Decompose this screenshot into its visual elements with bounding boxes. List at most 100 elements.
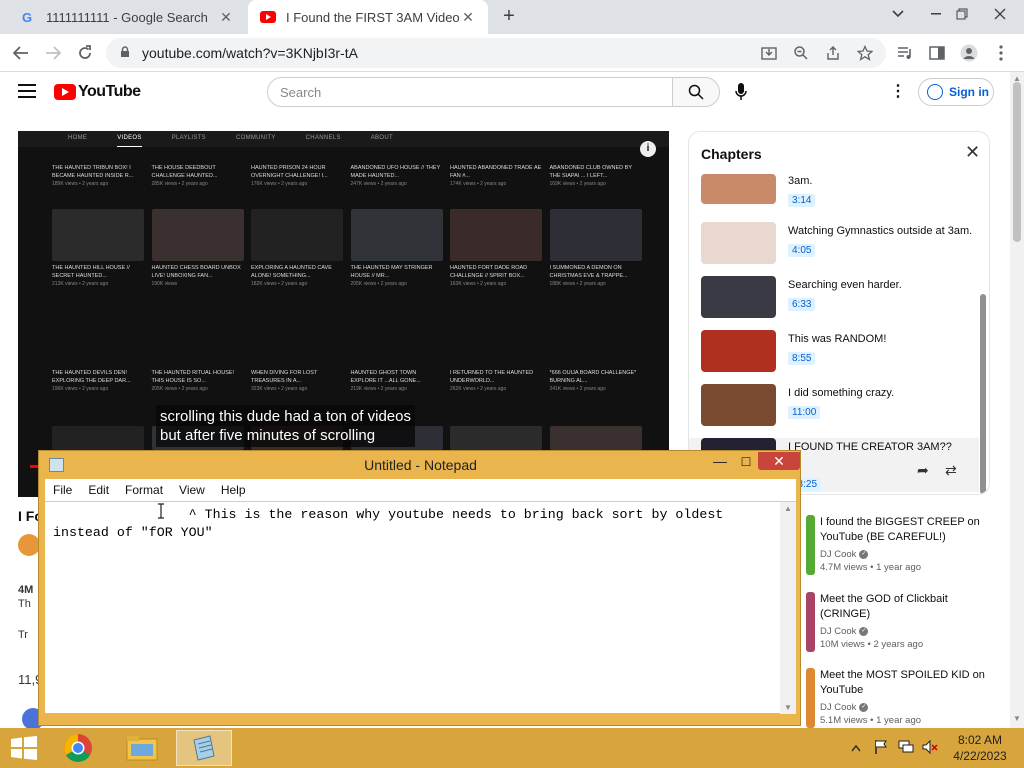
menu-edit[interactable]: Edit [88,483,109,497]
microphone-icon[interactable] [732,82,750,102]
related-video-channel[interactable]: DJ Cook ✓ [820,702,988,713]
volume-muted-icon[interactable] [922,739,938,758]
tab-google-search[interactable]: G 1111111111 - Google Search ✕ [8,0,246,34]
chapters-scrollbar-thumb[interactable] [980,294,986,494]
sign-in-button[interactable]: Sign in [918,78,994,106]
page-scrollbar[interactable]: ▲ ▼ [1010,72,1024,728]
forward-arrow-icon[interactable] [40,40,66,66]
related-video-thumbnail[interactable] [806,668,815,728]
chapter-thumbnail[interactable] [701,222,776,264]
related-video-channel[interactable]: DJ Cook ✓ [820,626,988,637]
menu-file[interactable]: File [53,483,72,497]
notepad-text-area[interactable]: ^ This is the reason why youtube needs t… [45,501,796,714]
channel-name: DJ Cook [820,626,857,637]
related-video-thumbnail[interactable] [806,515,815,575]
related-video-item[interactable]: I found the BIGGEST CREEP on YouTube (BE… [798,515,988,575]
chapter-timestamp[interactable]: 11:00 [788,406,821,419]
notepad-taskbar-button[interactable] [176,730,232,766]
chapter-timestamp[interactable]: 4:05 [788,244,816,257]
settings-kebab-icon[interactable]: ⋮ [890,82,906,102]
notepad-title-bar[interactable]: Untitled - Notepad — ☐ ✕ [39,451,800,479]
share-icon[interactable] [822,42,844,64]
chapter-item[interactable]: Watching Gymnastics outside at 3am. 4:05 [701,222,979,276]
back-arrow-icon[interactable] [8,40,34,66]
chapter-title: Searching even harder. [788,279,902,291]
notepad-close-button[interactable]: ✕ [758,452,800,470]
notepad-minimize-button[interactable]: — [707,453,733,471]
search-button[interactable] [672,77,720,107]
side-panel-icon[interactable] [926,42,948,64]
action-center-flag-icon[interactable] [874,739,888,758]
new-tab-button[interactable]: + [498,5,520,27]
page-scrollbar-thumb[interactable] [1013,82,1021,242]
windows-start-icon[interactable] [10,736,38,760]
related-video-item[interactable]: Meet the GOD of Clickbait (CRINGE) DJ Coo… [798,592,988,652]
chapter-timestamp[interactable]: 6:33 [788,298,816,311]
chapter-item[interactable]: This was RANDOM! 8:55 [701,330,979,384]
related-video-title[interactable]: Meet the GOD of Clickbait (CRINGE) [820,592,988,622]
close-tab-icon[interactable]: ✕ [460,9,476,25]
tab-youtube-video[interactable]: I Found the FIRST 3AM Video on ✕ [248,0,488,34]
search-icon [688,84,704,100]
close-icon[interactable]: ✕ [965,143,981,161]
related-video-channel[interactable]: DJ Cook ✓ [820,549,988,560]
youtube-logo[interactable]: YouTube [54,83,141,101]
embedded-channel-tab: ABOUT [370,135,393,141]
media-controls-icon[interactable] [894,42,916,64]
show-hidden-icons-icon[interactable] [851,740,861,755]
chapter-item[interactable]: 3am. 3:14 [701,174,979,207]
menu-format[interactable]: Format [125,483,163,497]
close-window-button[interactable] [984,0,1016,28]
menu-view[interactable]: View [179,483,205,497]
youtube-icon [260,9,276,25]
lock-icon[interactable] [120,45,134,61]
embedded-video-thumbnail [549,426,642,450]
notepad-scrollbar[interactable]: ▲ ▼ [780,502,796,714]
chapter-thumbnail[interactable] [701,174,776,204]
chrome-taskbar-button[interactable] [50,730,106,766]
share-icon[interactable]: ➦ [917,462,929,479]
install-app-icon[interactable] [758,42,780,64]
related-video-item[interactable]: Meet the MOST SPOILED KID on YouTube DJ C… [798,668,988,728]
embedded-video-card: WHEN DIVING FOR LOST TREASURES IN A... 32… [251,366,343,392]
embedded-video-meta: 196K views • 2 years ago [52,386,109,392]
scroll-up-arrow-icon[interactable]: ▲ [780,504,796,513]
chapter-item[interactable]: Searching even harder. 6:33 [701,276,979,330]
embedded-video-title: *666 OUIJA BOARD CHALLENGE* BURNING AL..… [549,370,637,384]
restore-window-button[interactable] [946,0,978,28]
menu-help[interactable]: Help [221,483,246,497]
network-icon[interactable] [898,739,914,758]
embedded-video-title: WHEN DIVING FOR LOST TREASURES IN A... [251,370,318,384]
scroll-down-arrow-icon[interactable]: ▼ [1013,714,1021,723]
repeat-icon[interactable]: ⇄ [945,462,957,479]
close-tab-icon[interactable]: ✕ [218,9,234,25]
file-explorer-taskbar-button[interactable] [114,730,170,766]
embedded-video-title: THE HAUNTED DEVILS DEN! EXPLORING THE DE… [52,370,131,384]
info-icon[interactable]: i [640,141,656,157]
chapter-thumbnail[interactable] [701,384,776,426]
channel-avatar[interactable] [18,534,40,556]
reload-icon[interactable] [72,40,98,66]
system-clock[interactable]: 8:02 AM 4/22/2023 [940,732,1020,764]
profile-avatar-icon[interactable] [958,42,980,64]
scroll-down-arrow-icon[interactable]: ▼ [780,703,796,712]
tab-search-chevron-icon[interactable] [882,0,914,28]
bookmark-star-icon[interactable] [854,42,876,64]
video-player[interactable]: HOME VIDEOS PLAYLISTS COMMUNITY CHANNELS ABOU… [18,131,669,497]
menu-hamburger-icon[interactable] [18,84,36,98]
chapter-timestamp[interactable]: 3:14 [788,194,816,207]
related-video-title[interactable]: I found the BIGGEST CREEP on YouTube (BE… [820,515,988,545]
chapter-timestamp[interactable]: 8:55 [788,352,816,365]
browser-tab-strip: G 1111111111 - Google Search ✕ I Found t… [0,0,1024,34]
related-video-thumbnail[interactable] [806,592,815,652]
zoom-icon[interactable] [790,42,812,64]
chapter-thumbnail[interactable] [701,330,776,372]
folder-icon [126,736,158,761]
related-video-title[interactable]: Meet the MOST SPOILED KID on YouTube [820,668,988,698]
embedded-video-title: THE HAUNTED RITUAL HOUSE! This House Is … [151,370,235,384]
search-input[interactable]: Search [267,77,673,107]
chrome-menu-icon[interactable] [990,42,1012,64]
chapter-item[interactable]: I did something crazy. 11:00 [701,384,979,438]
chapter-thumbnail[interactable] [701,276,776,318]
notepad-maximize-button[interactable]: ☐ [733,453,759,471]
